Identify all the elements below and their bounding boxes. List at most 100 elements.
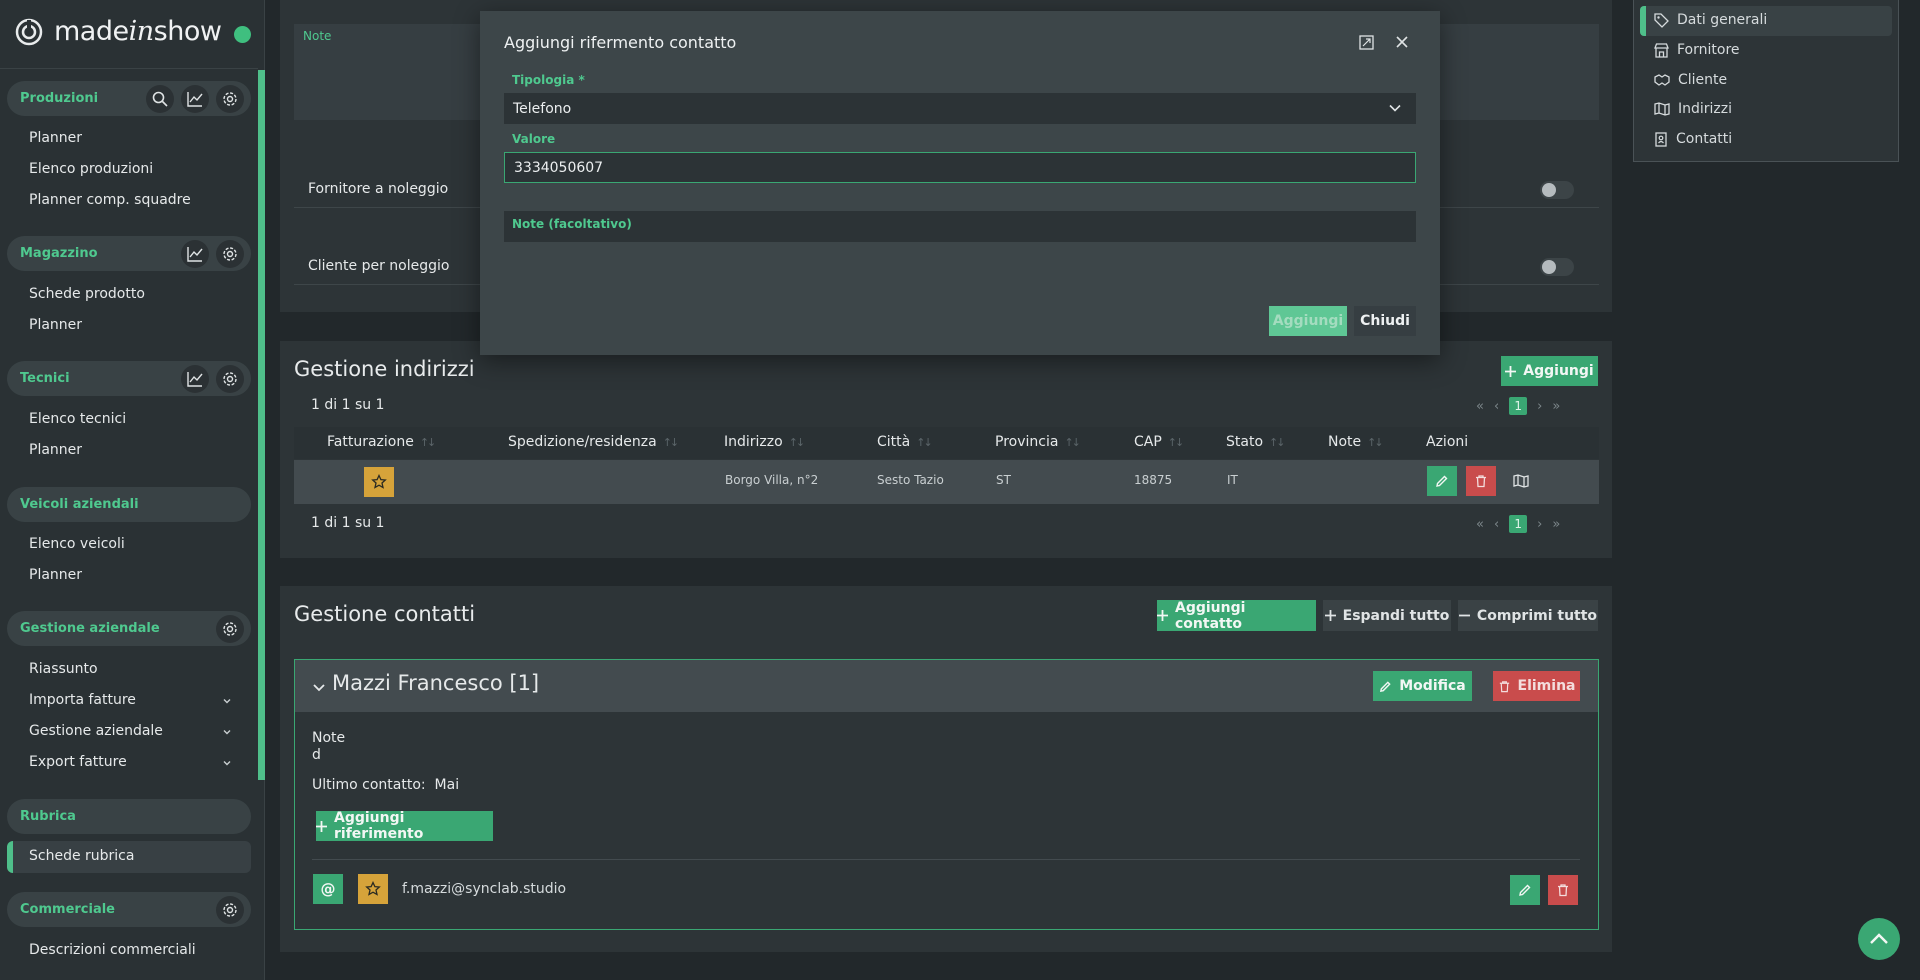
section-nav-cliente[interactable]: Cliente [1654, 72, 1727, 88]
section-nav-indirizzi[interactable]: Indirizzi [1654, 101, 1732, 117]
gear-icon[interactable] [216, 614, 244, 643]
addresses-title: Gestione indirizzi [294, 357, 475, 381]
online-status-dot [234, 26, 251, 43]
sidebar-section-magazzino[interactable]: Magazzino [7, 236, 251, 271]
delete-contact-button[interactable]: Elimina [1493, 671, 1580, 701]
app-logo[interactable]: madeinshow [14, 16, 222, 47]
map-icon[interactable] [1506, 466, 1536, 496]
note-label: Note [303, 29, 332, 43]
expand-all-button[interactable]: Espandi tutto [1323, 600, 1451, 631]
column-header-spedizione[interactable]: Spedizione/residenza ↑↓ [508, 434, 680, 450]
sidebar-section-rubrica[interactable]: Rubrica [7, 799, 251, 834]
column-header-note[interactable]: Note ↑↓ [1328, 434, 1384, 450]
sidebar-section-produzioni[interactable]: Produzioni [7, 81, 251, 116]
chevron-down-icon[interactable] [222, 727, 232, 737]
favorite-star-icon[interactable] [358, 874, 388, 904]
edit-address-button[interactable] [1427, 466, 1457, 496]
section-nav-fornitore[interactable]: Fornitore [1654, 42, 1740, 58]
chevron-down-icon[interactable] [312, 680, 326, 694]
prev-page-icon[interactable]: ‹ [1494, 399, 1499, 414]
sidebar-section-tecnici[interactable]: Tecnici [7, 361, 251, 396]
chevron-down-icon[interactable] [222, 758, 232, 768]
chevron-down-icon[interactable] [222, 696, 232, 706]
delete-address-button[interactable] [1466, 466, 1496, 496]
next-page-icon[interactable]: › [1537, 399, 1542, 414]
sidebar-section-veicoli-aziendali[interactable]: Veicoli aziendali [7, 487, 251, 522]
column-header-provincia[interactable]: Provincia ↑↓ [995, 434, 1081, 450]
page-number[interactable]: 1 [1509, 397, 1528, 415]
chart-icon[interactable] [181, 364, 209, 393]
sort-icon[interactable]: ↑↓ [916, 436, 933, 449]
note-field[interactable] [504, 211, 1416, 242]
search-icon[interactable] [146, 84, 174, 113]
sidebar-item-descrizioni-commerciali[interactable]: Descrizioni commerciali [29, 942, 196, 958]
close-icon[interactable] [1395, 35, 1409, 49]
section-nav-contatti[interactable]: Contatti [1654, 131, 1732, 147]
tipologia-select[interactable]: Telefono [504, 93, 1416, 124]
handshake-icon [1654, 73, 1670, 87]
cliente-noleggio-toggle[interactable] [1540, 258, 1574, 276]
last-page-icon[interactable]: » [1552, 399, 1560, 414]
sidebar-item-riassunto[interactable]: Riassunto [29, 661, 98, 677]
column-header-stato[interactable]: Stato ↑↓ [1226, 434, 1286, 450]
sidebar-item-planner-comp-squadre[interactable]: Planner comp. squadre [29, 192, 191, 208]
sidebar-item-schede-prodotto[interactable]: Schede prodotto [29, 286, 145, 302]
prev-page-icon[interactable]: ‹ [1494, 517, 1499, 532]
last-page-icon[interactable]: » [1552, 517, 1560, 532]
chart-icon[interactable] [181, 239, 209, 268]
sidebar-section-commerciale[interactable]: Commerciale [7, 892, 251, 927]
page-number[interactable]: 1 [1509, 515, 1528, 533]
sidebar-item-gestione-aziendale[interactable]: Gestione aziendale [29, 723, 163, 739]
delete-reference-button[interactable] [1548, 875, 1578, 905]
edit-contact-button[interactable]: Modifica [1373, 671, 1472, 701]
chart-icon[interactable] [181, 84, 209, 113]
gear-icon[interactable] [216, 84, 244, 113]
section-label: Magazzino [20, 246, 98, 261]
valore-input[interactable]: 3334050607 [504, 152, 1416, 183]
sort-icon[interactable]: ↑↓ [1367, 436, 1384, 449]
gear-icon[interactable] [216, 239, 244, 268]
sidebar-scrollbar[interactable] [258, 70, 265, 780]
sidebar-item-planner[interactable]: Planner [29, 567, 82, 583]
modal-add-button[interactable]: Aggiungi [1269, 306, 1347, 336]
modal-close-button[interactable]: Chiudi [1354, 306, 1416, 336]
add-address-button[interactable]: Aggiungi [1501, 356, 1598, 386]
sort-icon[interactable]: ↑↓ [420, 436, 437, 449]
scroll-to-top-button[interactable] [1858, 918, 1900, 960]
edit-reference-button[interactable] [1510, 875, 1540, 905]
first-page-icon[interactable]: « [1476, 517, 1484, 532]
sidebar-item-export-fatture[interactable]: Export fatture [29, 754, 127, 770]
sidebar-item-elenco-tecnici[interactable]: Elenco tecnici [29, 411, 126, 427]
column-header-indirizzo[interactable]: Indirizzo ↑↓ [724, 434, 806, 450]
gear-icon[interactable] [216, 895, 244, 924]
gear-icon[interactable] [216, 364, 244, 393]
column-header-citta[interactable]: Città ↑↓ [877, 434, 933, 450]
maximize-icon[interactable] [1359, 35, 1374, 50]
billing-star-icon[interactable] [364, 467, 394, 497]
sidebar-item-importa-fatture[interactable]: Importa fatture [29, 692, 136, 708]
next-page-icon[interactable]: › [1537, 517, 1542, 532]
sidebar-item-schede-rubrica[interactable]: Schede rubrica [29, 848, 134, 864]
sort-icon[interactable]: ↑↓ [1064, 436, 1081, 449]
sidebar-item-elenco-veicoli[interactable]: Elenco veicoli [29, 536, 125, 552]
sidebar-item-planner[interactable]: Planner [29, 317, 82, 333]
sidebar-item-planner[interactable]: Planner [29, 442, 82, 458]
table-row[interactable] [294, 460, 1599, 504]
sort-icon[interactable]: ↑↓ [789, 436, 806, 449]
sort-icon[interactable]: ↑↓ [1269, 436, 1286, 449]
fornitore-noleggio-toggle[interactable] [1540, 181, 1574, 199]
column-header-fatturazione[interactable]: Fatturazione ↑↓ [327, 434, 437, 450]
section-nav-dati-generali[interactable]: Dati generali [1654, 12, 1767, 28]
sidebar-item-planner[interactable]: Planner [29, 130, 82, 146]
plus-icon [316, 820, 327, 832]
sort-icon[interactable]: ↑↓ [1168, 436, 1185, 449]
add-reference-button[interactable]: Aggiungi riferimento [316, 810, 493, 842]
sort-icon[interactable]: ↑↓ [663, 436, 680, 449]
add-contact-button[interactable]: Aggiungi contatto [1157, 600, 1316, 632]
column-header-cap[interactable]: CAP ↑↓ [1134, 434, 1185, 450]
sidebar-section-gestione-aziendale[interactable]: Gestione aziendale [7, 611, 251, 646]
collapse-all-button[interactable]: Comprimi tutto [1458, 600, 1598, 631]
tag-icon [1654, 12, 1669, 28]
sidebar-item-elenco-produzioni[interactable]: Elenco produzioni [29, 161, 153, 177]
first-page-icon[interactable]: « [1476, 399, 1484, 414]
